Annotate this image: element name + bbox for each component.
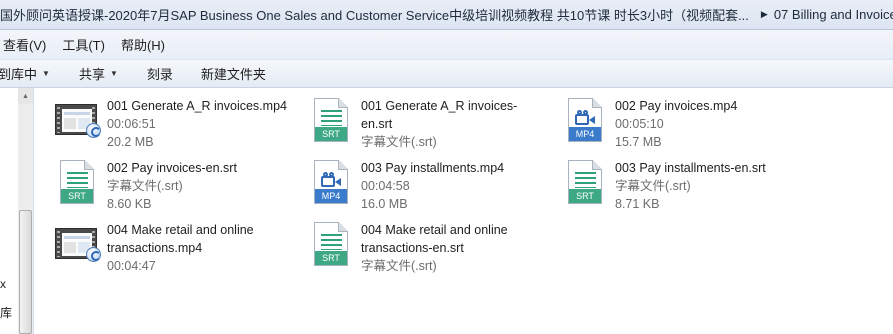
nav-item-library[interactable]: 库 bbox=[0, 304, 12, 321]
scroll-up-arrow-icon[interactable]: ▲ bbox=[18, 88, 33, 104]
file-type-tag: MP4 bbox=[569, 127, 601, 141]
file-duration: 00:04:47 bbox=[107, 259, 156, 273]
file-item[interactable]: MP4 002 Pay invoices.mp4 00:05:10 15.7 M… bbox=[542, 88, 792, 150]
file-size: 8.71 KB bbox=[615, 197, 660, 211]
menu-view[interactable]: 查看(V) bbox=[3, 35, 46, 54]
file-type-tag: SRT bbox=[315, 127, 347, 141]
file-size: 16.0 MB bbox=[361, 197, 408, 211]
file-size: 8.60 KB bbox=[107, 197, 152, 211]
file-list: 001 Generate A_R invoices.mp4 00:06:51 2… bbox=[34, 88, 893, 334]
video-thumbnail-icon bbox=[52, 96, 101, 144]
file-size: 20.2 MB bbox=[107, 135, 154, 149]
file-name: 004 Make retail and online transactions-… bbox=[361, 223, 508, 255]
nav-scrollbar[interactable]: ▲ bbox=[18, 88, 33, 334]
srt-file-icon: SRT bbox=[306, 220, 354, 268]
file-type-tag: SRT bbox=[569, 189, 601, 203]
file-duration: 00:05:10 bbox=[615, 117, 664, 131]
burn-button[interactable]: 刻录 bbox=[147, 64, 173, 83]
menu-tools[interactable]: 工具(T) bbox=[62, 35, 105, 54]
file-name: 002 Pay invoices.mp4 bbox=[615, 99, 738, 113]
file-item[interactable]: 001 Generate A_R invoices.mp4 00:06:51 2… bbox=[34, 88, 287, 150]
menu-bar: 查看(V) 工具(T) 帮助(H) bbox=[0, 30, 893, 60]
media-player-badge-icon bbox=[86, 123, 101, 138]
file-item[interactable]: SRT 002 Pay invoices-en.srt 字幕文件(.srt) 8… bbox=[34, 150, 284, 212]
share-button[interactable]: 共享 ▼ bbox=[79, 64, 118, 83]
breadcrumb-current-folder[interactable]: 07 Billing and Invoices bbox=[774, 7, 893, 22]
file-size: 15.7 MB bbox=[615, 135, 662, 149]
file-name: 003 Pay installments.mp4 bbox=[361, 161, 505, 175]
file-item[interactable]: SRT 004 Make retail and online transacti… bbox=[288, 212, 538, 274]
video-camera-icon bbox=[321, 172, 342, 188]
share-label: 共享 bbox=[78, 67, 105, 82]
media-player-badge-icon bbox=[86, 247, 101, 262]
file-type: 字幕文件(.srt) bbox=[361, 259, 437, 273]
srt-file-icon: SRT bbox=[306, 96, 354, 144]
new-folder-button[interactable]: 新建文件夹 bbox=[201, 64, 266, 83]
file-item[interactable]: MP4 003 Pay installments.mp4 00:04:58 16… bbox=[288, 150, 538, 212]
file-item[interactable]: 004 Make retail and online transactions.… bbox=[34, 212, 284, 274]
include-in-library-label: 到库中 bbox=[0, 67, 38, 82]
file-type: 字幕文件(.srt) bbox=[361, 135, 437, 149]
command-toolbar: 到库中 ▼ 共享 ▼ 刻录 新建文件夹 bbox=[0, 60, 893, 88]
file-type-tag: SRT bbox=[61, 189, 93, 203]
file-name: 004 Make retail and online transactions.… bbox=[107, 223, 254, 255]
file-item[interactable]: SRT 003 Pay installments-en.srt 字幕文件(.sr… bbox=[542, 150, 792, 212]
video-camera-icon bbox=[575, 110, 596, 126]
address-bar[interactable]: 国外顾问英语授课-2020年7月SAP Business One Sales a… bbox=[0, 0, 893, 30]
srt-file-icon: SRT bbox=[560, 158, 608, 206]
file-type: 字幕文件(.srt) bbox=[615, 179, 691, 193]
file-item[interactable]: SRT 001 Generate A_R invoices-en.srt 字幕文… bbox=[288, 88, 538, 150]
file-type-tag: SRT bbox=[315, 251, 347, 265]
mp4-file-icon: MP4 bbox=[560, 96, 608, 144]
breadcrumb-parent-folder[interactable]: 国外顾问英语授课-2020年7月SAP Business One Sales a… bbox=[0, 5, 749, 24]
nav-item[interactable]: x bbox=[0, 277, 6, 291]
dropdown-arrow-icon: ▼ bbox=[109, 69, 118, 78]
scrollbar-thumb[interactable] bbox=[19, 210, 32, 334]
file-name: 001 Generate A_R invoices.mp4 bbox=[107, 99, 287, 113]
file-type: 字幕文件(.srt) bbox=[107, 179, 183, 193]
navigation-pane: x 库 ▲ bbox=[0, 88, 34, 334]
breadcrumb-separator-icon[interactable]: ▶ bbox=[761, 9, 768, 20]
file-duration: 00:04:58 bbox=[361, 179, 410, 193]
mp4-file-icon: MP4 bbox=[306, 158, 354, 206]
file-duration: 00:06:51 bbox=[107, 117, 156, 131]
include-in-library-button[interactable]: 到库中 ▼ bbox=[0, 64, 50, 83]
file-name: 003 Pay installments-en.srt bbox=[615, 161, 766, 175]
file-name: 001 Generate A_R invoices-en.srt bbox=[361, 99, 518, 131]
file-type-tag: MP4 bbox=[315, 189, 347, 203]
file-name: 002 Pay invoices-en.srt bbox=[107, 161, 237, 175]
menu-help[interactable]: 帮助(H) bbox=[121, 35, 165, 54]
srt-file-icon: SRT bbox=[52, 158, 100, 206]
dropdown-arrow-icon: ▼ bbox=[42, 69, 50, 78]
video-thumbnail-icon bbox=[52, 220, 101, 268]
